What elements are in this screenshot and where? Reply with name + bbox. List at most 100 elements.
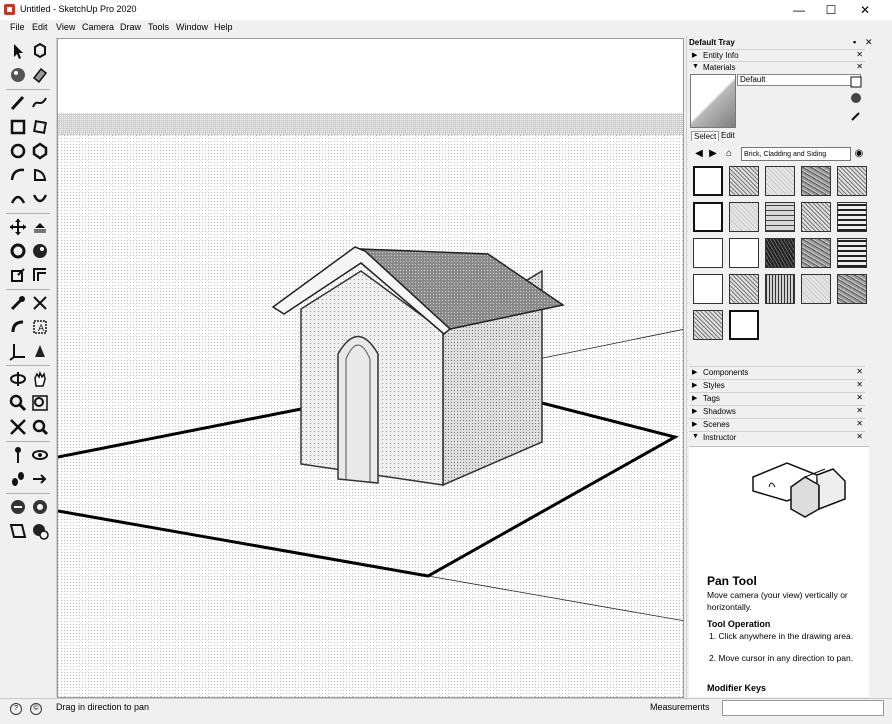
tab-edit[interactable]: Edit [719, 131, 737, 140]
two-point-arc-icon[interactable] [30, 189, 50, 209]
material-swatch[interactable] [801, 274, 831, 304]
freehand-icon[interactable] [30, 93, 50, 113]
material-swatch[interactable] [765, 238, 795, 268]
menu-edit[interactable]: Edit [32, 22, 48, 32]
material-swatch[interactable] [693, 274, 723, 304]
panel-close-icon[interactable]: ✕ [856, 393, 863, 402]
line-pencil-icon[interactable] [8, 93, 28, 113]
extension-warehouse-icon[interactable] [30, 497, 50, 517]
follow-me-icon[interactable] [30, 241, 50, 261]
arc-icon[interactable] [8, 165, 28, 185]
material-swatch[interactable] [801, 238, 831, 268]
display-secondary-pane-icon[interactable] [850, 76, 862, 88]
drawing-area[interactable] [57, 38, 684, 698]
material-swatch[interactable] [765, 202, 795, 232]
panel-close-icon[interactable]: ✕ [856, 62, 863, 71]
maximize-button[interactable]: ☐ [814, 0, 848, 20]
panel-close-icon[interactable]: ✕ [856, 432, 863, 441]
material-swatch[interactable] [837, 238, 867, 268]
menu-help[interactable]: Help [214, 22, 233, 32]
close-button[interactable]: ✕ [848, 0, 882, 20]
layout-icon[interactable] [8, 521, 28, 541]
move-icon[interactable] [8, 217, 28, 237]
material-swatch[interactable] [765, 166, 795, 196]
circle-icon[interactable] [8, 141, 28, 161]
push-pull-icon[interactable] [30, 217, 50, 237]
material-swatch[interactable] [693, 166, 723, 196]
material-swatch[interactable] [801, 202, 831, 232]
eraser-icon[interactable] [30, 65, 50, 85]
tab-select[interactable]: Select [691, 131, 720, 141]
axes-icon[interactable] [8, 341, 28, 361]
zoom-window-icon[interactable] [30, 393, 50, 413]
tray-close-icon[interactable]: ✕ [865, 37, 873, 48]
panel-styles[interactable]: ▶ Styles ✕ [689, 379, 865, 392]
credits-icon[interactable]: © [30, 703, 42, 715]
select-arrow-icon[interactable] [8, 41, 28, 61]
material-swatch[interactable] [837, 166, 867, 196]
tray-pin-icon[interactable]: ▪ [853, 37, 856, 47]
material-swatch[interactable] [765, 274, 795, 304]
pie-icon[interactable] [30, 165, 50, 185]
orbit-icon[interactable] [8, 369, 28, 389]
geo-location-icon[interactable]: ? [10, 703, 22, 715]
text-icon[interactable]: A [30, 317, 50, 337]
pan-hand-icon[interactable] [30, 369, 50, 389]
panel-close-icon[interactable]: ✕ [856, 50, 863, 59]
menu-camera[interactable]: Camera [82, 22, 114, 32]
scale-icon[interactable] [8, 265, 28, 285]
panel-tags[interactable]: ▶ Tags ✕ [689, 392, 865, 405]
3d-warehouse-icon[interactable] [8, 497, 28, 517]
extension-manager-icon[interactable] [30, 521, 50, 541]
panel-components[interactable]: ▶ Components ✕ [689, 366, 865, 379]
dimension-icon[interactable] [30, 293, 50, 313]
material-swatch[interactable] [693, 238, 723, 268]
section-plane-icon[interactable] [30, 469, 50, 489]
tape-measure-icon[interactable] [8, 293, 28, 313]
panel-scenes[interactable]: ▶ Scenes ✕ [689, 418, 865, 431]
offset-icon[interactable] [30, 265, 50, 285]
material-swatch[interactable] [801, 166, 831, 196]
material-swatch[interactable] [693, 310, 723, 340]
panel-close-icon[interactable]: ✕ [856, 380, 863, 389]
rectangle-icon[interactable] [8, 117, 28, 137]
previous-view-icon[interactable] [30, 417, 50, 437]
material-swatch[interactable] [837, 202, 867, 232]
panel-shadows[interactable]: ▶ Shadows ✕ [689, 405, 865, 418]
menu-tools[interactable]: Tools [148, 22, 169, 32]
menu-window[interactable]: Window [176, 22, 208, 32]
paint-bucket-icon[interactable] [8, 65, 28, 85]
menu-view[interactable]: View [56, 22, 75, 32]
three-point-arc-icon[interactable] [8, 189, 28, 209]
walk-icon[interactable] [8, 469, 28, 489]
material-swatch[interactable] [729, 274, 759, 304]
material-swatch[interactable] [729, 310, 759, 340]
material-library-dropdown[interactable]: Brick, Cladding and Siding [741, 147, 851, 161]
panel-close-icon[interactable]: ✕ [856, 406, 863, 415]
home-icon[interactable]: ⌂ [723, 148, 735, 160]
material-swatch[interactable] [729, 166, 759, 196]
menu-draw[interactable]: Draw [120, 22, 141, 32]
look-around-icon[interactable] [30, 445, 50, 465]
panel-instructor[interactable]: ▼ Instructor ✕ [689, 431, 865, 444]
material-swatch[interactable] [837, 274, 867, 304]
material-swatch[interactable] [729, 238, 759, 268]
rotated-rectangle-icon[interactable] [30, 117, 50, 137]
zoom-extents-icon[interactable] [8, 417, 28, 437]
panel-close-icon[interactable]: ✕ [856, 367, 863, 376]
panel-materials[interactable]: ▼ Materials ✕ [689, 61, 865, 74]
menu-file[interactable]: File [10, 22, 25, 32]
polygon-icon[interactable] [30, 141, 50, 161]
back-arrow-icon[interactable]: ◀ [693, 148, 705, 160]
make-component-icon[interactable] [30, 41, 50, 61]
details-arrow-icon[interactable]: ◉ [853, 148, 865, 160]
zoom-icon[interactable] [8, 393, 28, 413]
forward-arrow-icon[interactable]: ▶ [707, 148, 719, 160]
material-name-field[interactable]: Default [737, 74, 861, 86]
material-swatch[interactable] [729, 202, 759, 232]
sample-paint-icon[interactable] [850, 110, 862, 122]
protractor-icon[interactable] [8, 317, 28, 337]
position-camera-icon[interactable] [8, 445, 28, 465]
material-swatch[interactable] [693, 202, 723, 232]
panel-close-icon[interactable]: ✕ [856, 419, 863, 428]
